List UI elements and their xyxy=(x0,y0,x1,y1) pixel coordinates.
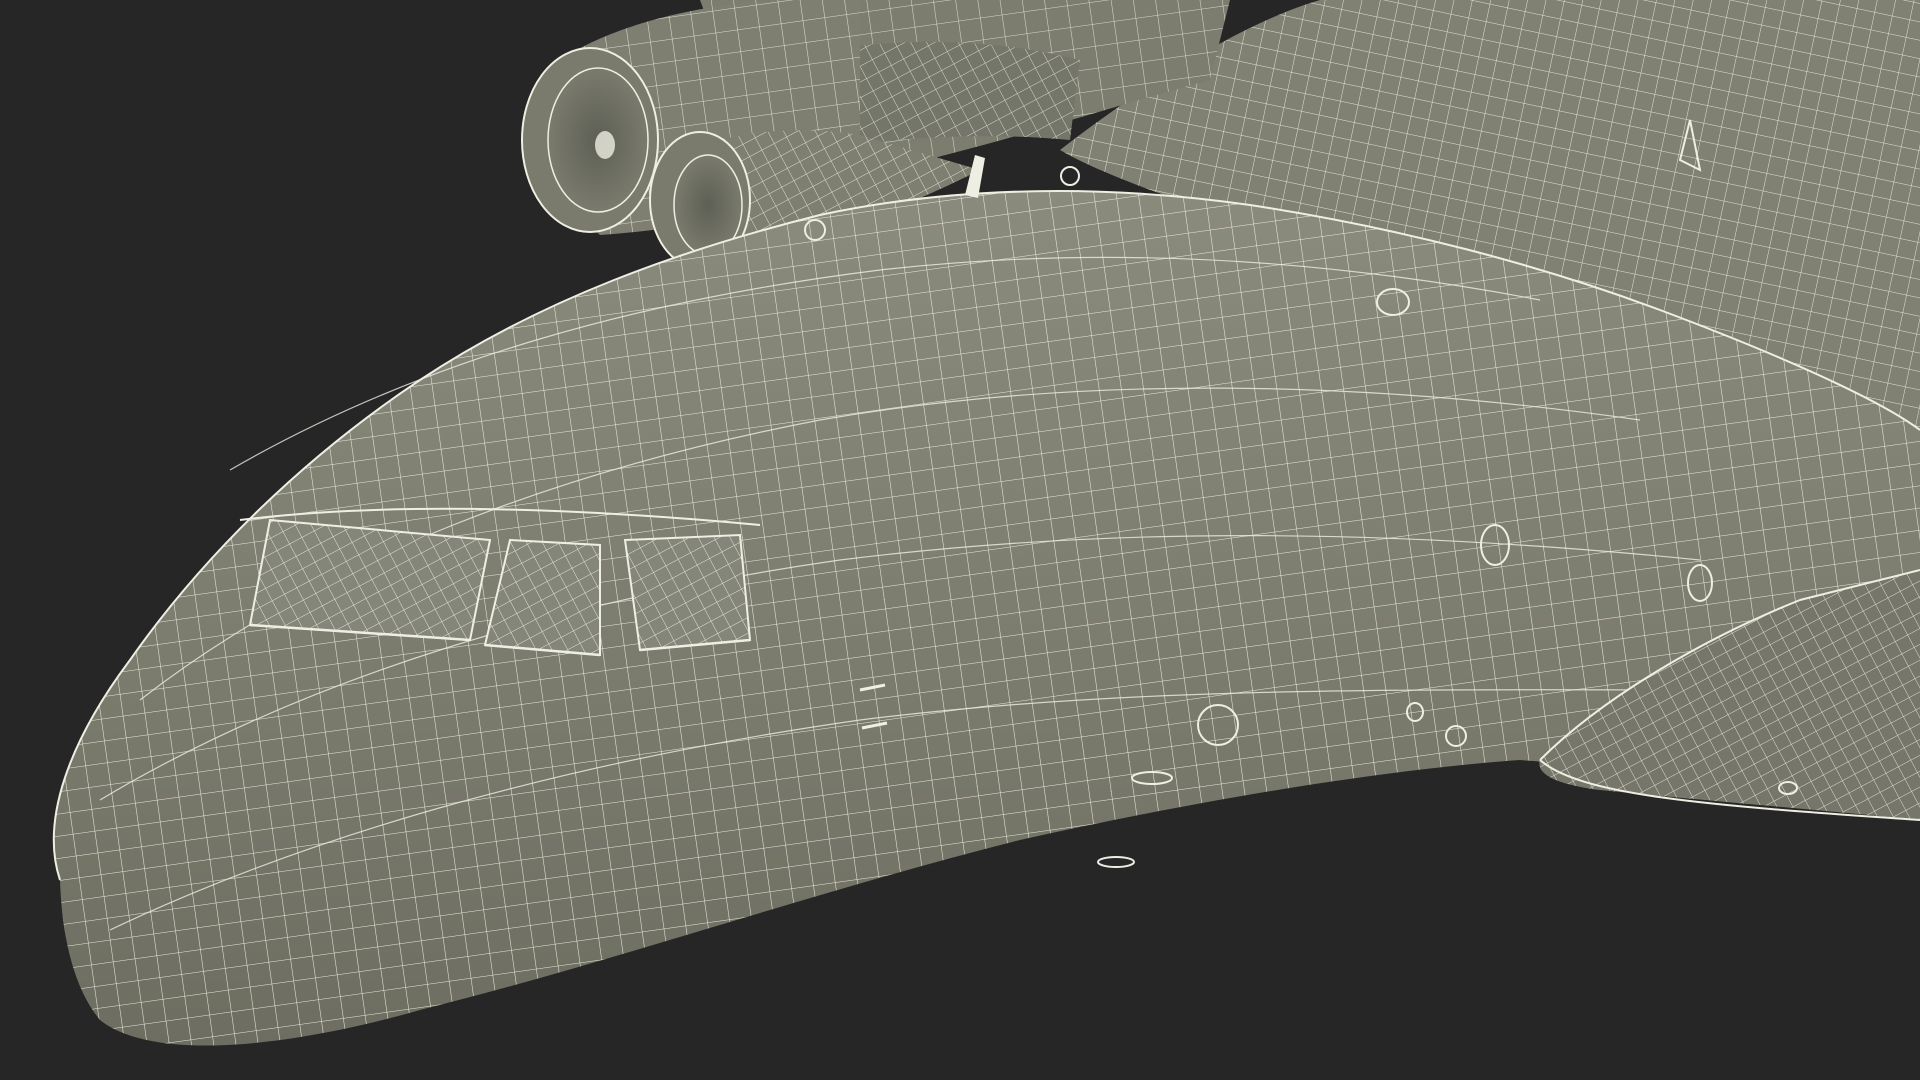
render-viewport xyxy=(0,0,1920,1080)
wireframe-render xyxy=(52,0,1920,1046)
spinner-icon xyxy=(595,131,615,159)
